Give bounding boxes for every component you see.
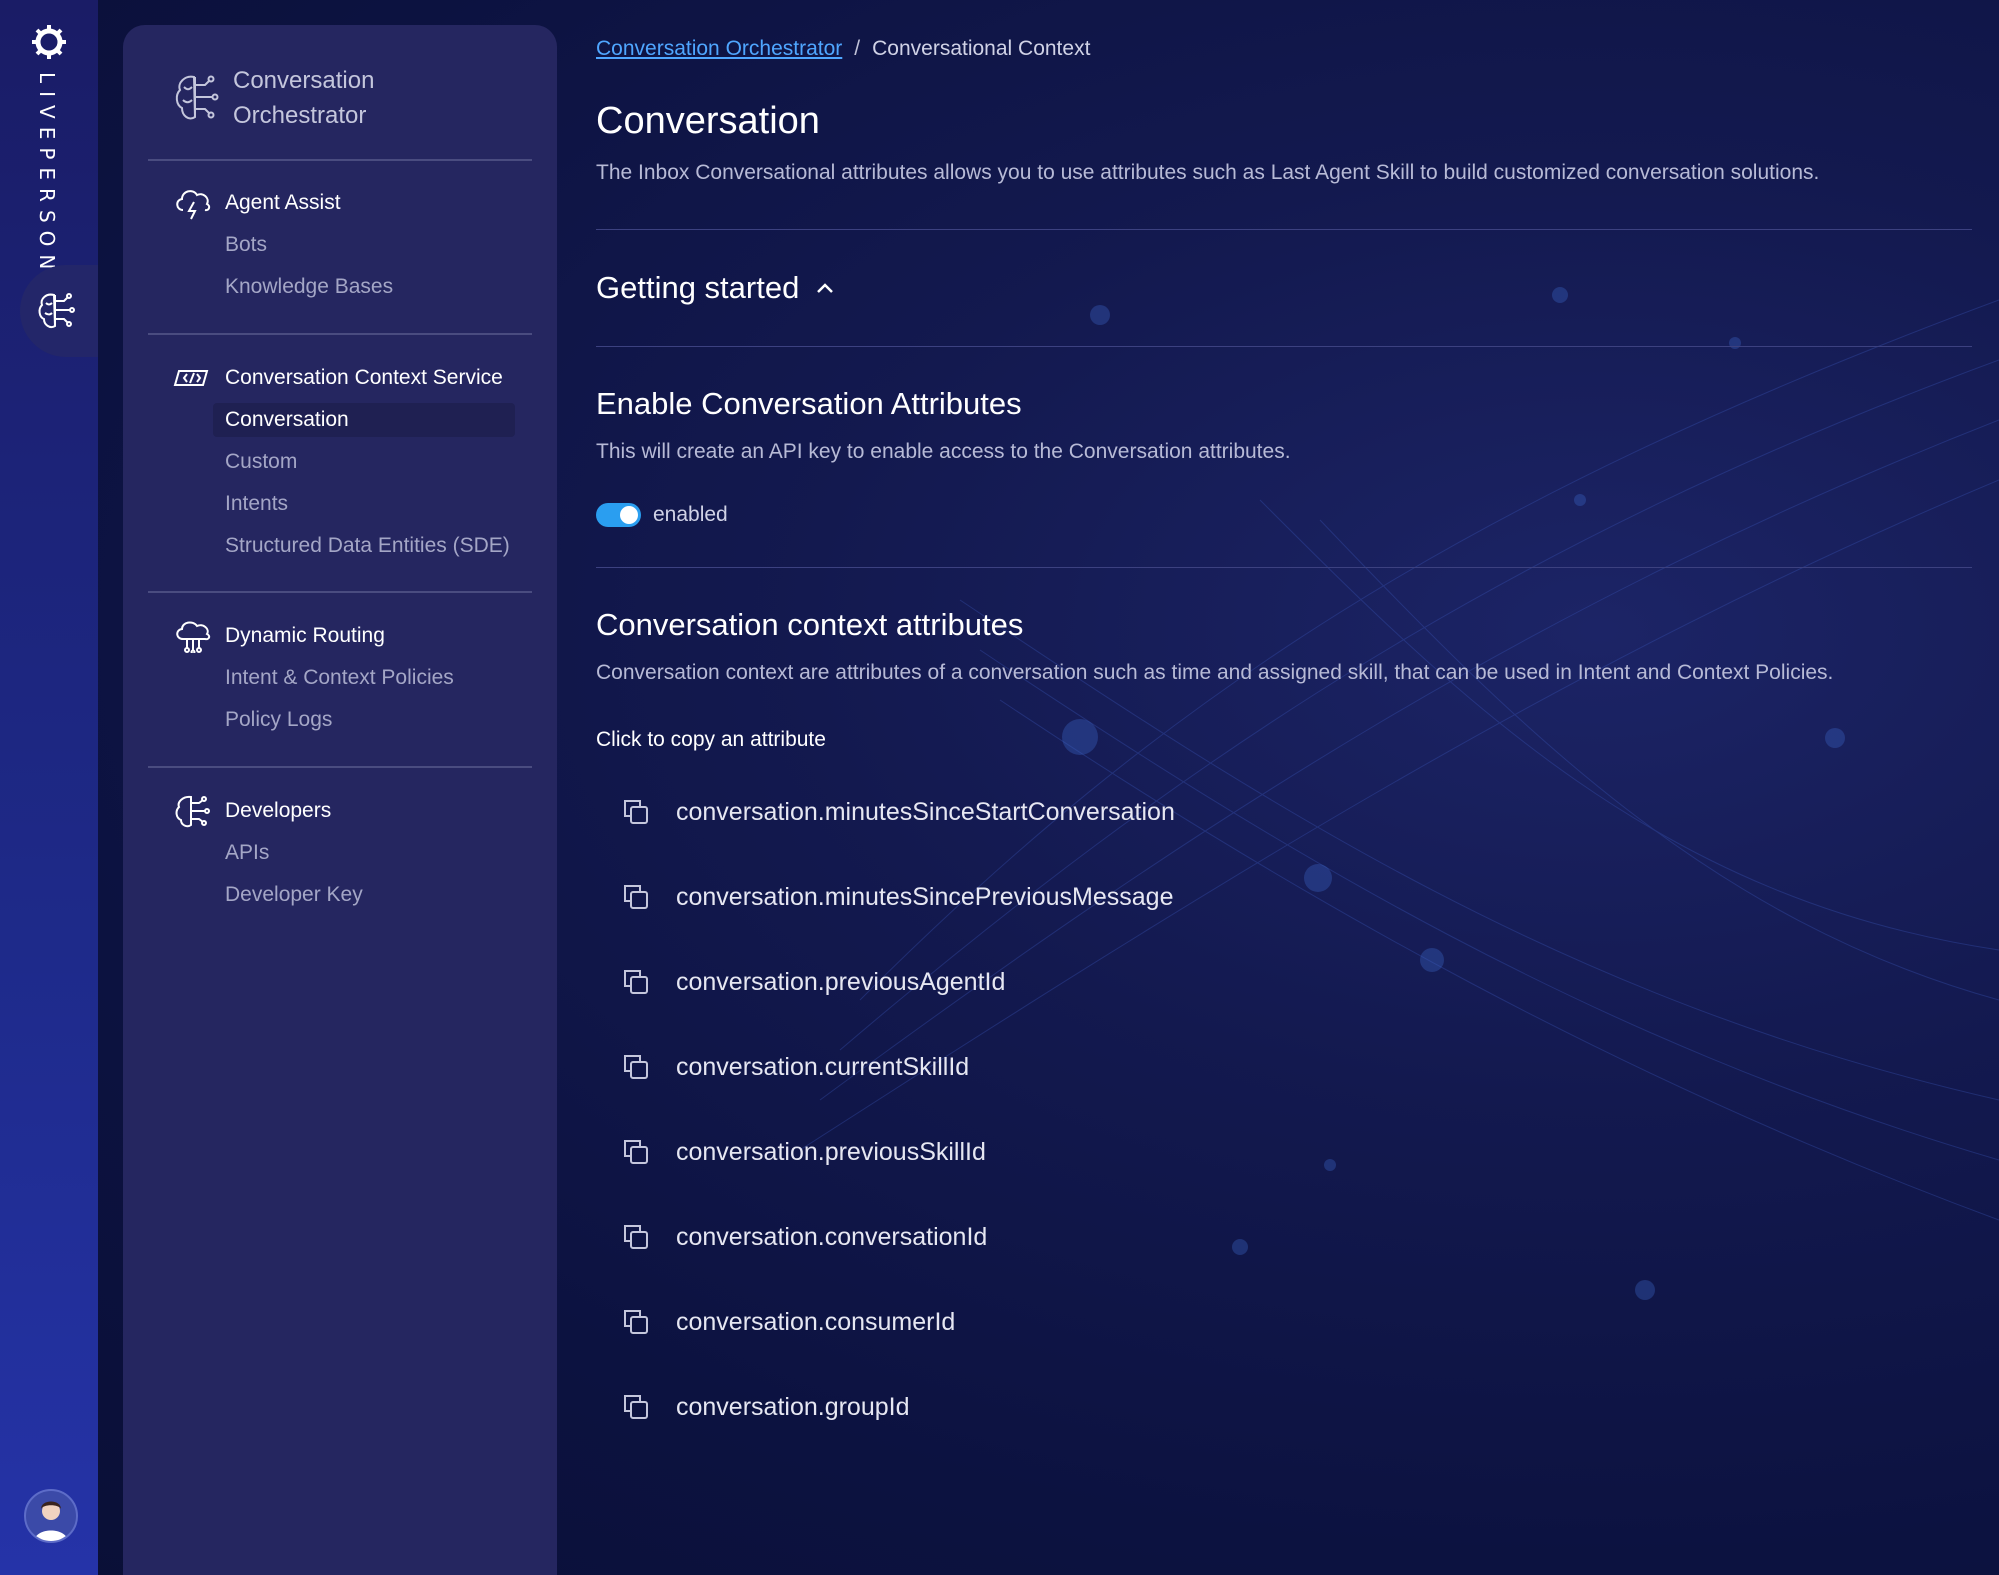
nav-item-knowledge-bases[interactable]: Knowledge Bases (213, 270, 515, 304)
nav-group-header[interactable]: Developers (173, 794, 515, 828)
panel-header: Conversation Orchestrator (173, 63, 393, 133)
attribute-name: conversation.consumerId (676, 1307, 956, 1336)
copy-icon (624, 970, 648, 994)
nav-group-label: Dynamic Routing (225, 624, 385, 647)
brand-wordmark: LIVEPERSON (35, 72, 59, 278)
divider (596, 567, 1972, 568)
divider (148, 333, 532, 335)
attribute-copy-item[interactable]: conversation.previousAgentId (622, 952, 1175, 1012)
rail-tab-orchestrator[interactable] (20, 265, 98, 357)
attribute-copy-item[interactable]: conversation.minutesSincePreviousMessage (622, 867, 1175, 927)
liveperson-logo-icon[interactable] (31, 24, 67, 60)
copy-icon (624, 800, 648, 824)
brain-circuit-icon (38, 293, 75, 329)
nav-group-conversation-context-service: Conversation Context Service Conversatio… (173, 361, 515, 563)
copy-icon (624, 1055, 648, 1079)
attribute-copy-item[interactable]: conversation.consumerId (622, 1292, 1175, 1352)
brain-circuit-icon (175, 795, 210, 828)
nav-group-header[interactable]: Dynamic Routing (173, 619, 515, 653)
page-title: Conversation (596, 100, 820, 142)
nav-item-intent-context-policies[interactable]: Intent & Context Policies (213, 661, 515, 695)
attribute-list: conversation.minutesSinceStartConversati… (622, 782, 1175, 1462)
attribute-copy-item[interactable]: conversation.previousSkillId (622, 1122, 1175, 1182)
copy-icon (624, 1310, 648, 1334)
brain-circuit-icon (175, 75, 219, 120)
nav-item-policy-logs[interactable]: Policy Logs (213, 703, 515, 737)
nav-group-label: Conversation Context Service (225, 366, 503, 389)
attribute-name: conversation.minutesSinceStartConversati… (676, 797, 1175, 826)
chevron-up-icon (817, 283, 834, 293)
page-description: The Inbox Conversational attributes allo… (596, 161, 1820, 184)
nav-group-header[interactable]: Conversation Context Service (173, 361, 515, 395)
nav-item-conversation[interactable]: Conversation (213, 403, 515, 437)
divider (148, 159, 532, 161)
nav-group-agent-assist: Agent Assist Bots Knowledge Bases (173, 186, 515, 304)
context-section-description: Conversation context are attributes of a… (596, 661, 1834, 684)
nav-group-developers: Developers APIs Developer Key (173, 794, 515, 912)
attribute-name: conversation.previousSkillId (676, 1137, 986, 1166)
attribute-name: conversation.minutesSincePreviousMessage (676, 882, 1174, 911)
panel-title: Conversation Orchestrator (233, 67, 375, 129)
nav-item-sde[interactable]: Structured Data Entities (SDE) (213, 529, 515, 563)
attribute-copy-item[interactable]: conversation.currentSkillId (622, 1037, 1175, 1097)
nav-group-header[interactable]: Agent Assist (173, 186, 515, 220)
nav-item-bots[interactable]: Bots (213, 228, 515, 262)
copy-icon (624, 1395, 648, 1419)
nav-group-label: Developers (225, 799, 332, 822)
enable-section-description: This will create an API key to enable ac… (596, 440, 1291, 463)
copy-icon (624, 1140, 648, 1164)
user-avatar[interactable] (24, 1489, 78, 1543)
divider (148, 591, 532, 593)
cloud-bolt-icon (176, 190, 211, 220)
copy-icon (624, 885, 648, 909)
divider (596, 229, 1972, 230)
copy-hint: Click to copy an attribute (596, 728, 826, 751)
breadcrumb: Conversation Orchestrator / Conversational… (596, 37, 1090, 61)
nav-item-custom[interactable]: Custom (213, 445, 515, 479)
getting-started-toggle[interactable]: Getting started (596, 270, 835, 306)
getting-started-label: Getting started (596, 270, 800, 305)
context-section-title: Conversation context attributes (596, 607, 1024, 642)
nav-group-dynamic-routing: Dynamic Routing Intent & Context Policie… (173, 619, 515, 737)
toggle-state-label: enabled (653, 503, 728, 526)
breadcrumb-separator: / (854, 37, 861, 60)
nav-item-developer-key[interactable]: Developer Key (213, 878, 515, 912)
nav-group-label: Agent Assist (225, 191, 341, 214)
breadcrumb-link-parent[interactable]: Conversation Orchestrator (596, 37, 842, 60)
enable-section-title: Enable Conversation Attributes (596, 386, 1022, 421)
attribute-copy-item[interactable]: conversation.minutesSinceStartConversati… (622, 782, 1175, 842)
attribute-name: conversation.previousAgentId (676, 967, 1006, 996)
breadcrumb-current: Conversational Context (872, 37, 1091, 60)
enable-attributes-toggle[interactable] (596, 503, 641, 527)
nav-item-intents[interactable]: Intents (213, 487, 515, 521)
attribute-name: conversation.conversationId (676, 1222, 988, 1251)
code-cloud-icon (173, 370, 209, 386)
copy-icon (624, 1225, 648, 1249)
attribute-copy-item[interactable]: conversation.conversationId (622, 1207, 1175, 1267)
attribute-copy-item[interactable]: conversation.groupId (622, 1377, 1175, 1437)
attribute-name: conversation.groupId (676, 1392, 910, 1421)
side-panel: Conversation Orchestrator Agent Assist B… (123, 25, 557, 1575)
avatar-icon (34, 1501, 68, 1541)
toggle-knob (620, 506, 638, 524)
cloud-network-icon (176, 621, 211, 653)
nav-item-apis[interactable]: APIs (213, 836, 515, 870)
app-rail: LIVEPERSON (0, 0, 98, 1575)
attribute-name: conversation.currentSkillId (676, 1052, 970, 1081)
divider (148, 766, 532, 768)
enable-toggle-row: enabled (596, 503, 728, 527)
divider (596, 346, 1972, 347)
